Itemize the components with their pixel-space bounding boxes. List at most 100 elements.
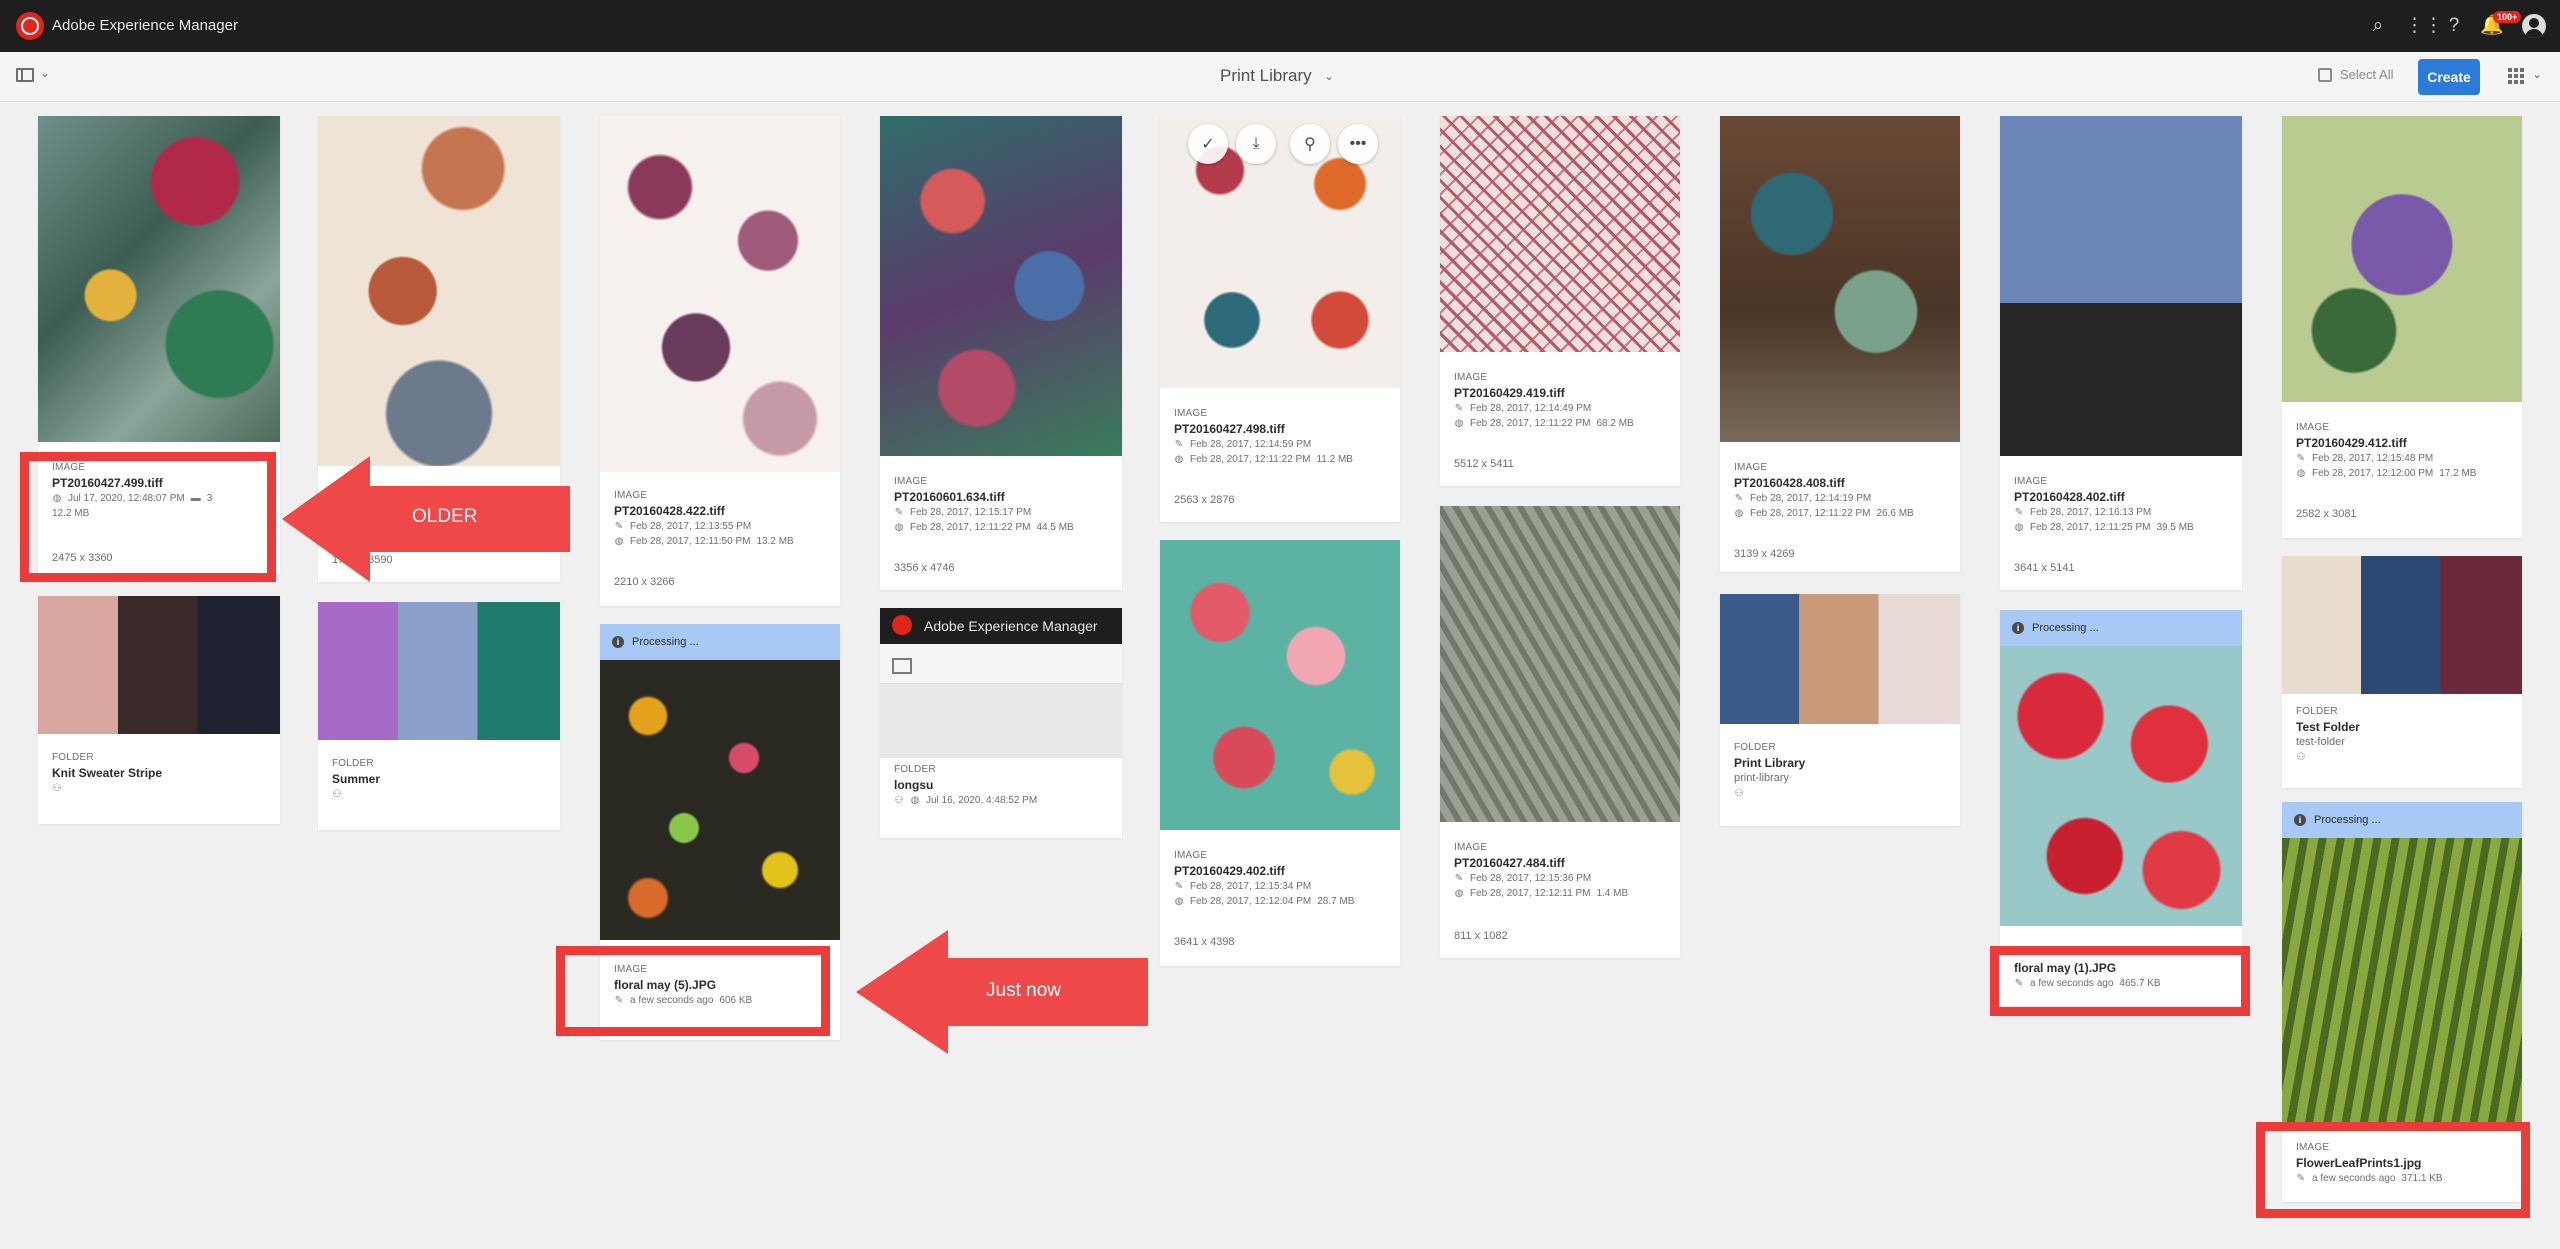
globe-icon: ◍ — [910, 795, 920, 806]
folder-title[interactable]: longsu — [894, 777, 1037, 793]
folder-title[interactable]: Knit Sweater Stripe — [52, 765, 162, 781]
annotation-older-label: OLDER — [412, 506, 478, 527]
highlight-box — [2256, 1122, 2530, 1218]
asset-modified: Feb 28, 2017, 12:14:59 PM — [1190, 439, 1312, 450]
select-check-icon[interactable]: ✓ — [1188, 124, 1228, 164]
asset-modified: Feb 28, 2017, 12:14:19 PM — [1750, 493, 1872, 504]
asset-thumbnail[interactable] — [1160, 540, 1400, 830]
asset-size: 44.5 MB — [1036, 522, 1074, 533]
asset-card[interactable]: IMAGE PT20160429.402.tiff ✎ Feb 28, 2017,… — [1160, 540, 1400, 966]
select-all-button[interactable]: Select All — [2318, 67, 2393, 82]
asset-card[interactable]: IMAGE PT20160429.412.tiff ✎ Feb 28, 2017,… — [2282, 116, 2522, 538]
aem-logo-icon[interactable] — [16, 12, 44, 40]
asset-published: Feb 28, 2017, 12:11:22 PM — [1750, 508, 1871, 519]
asset-thumbnail[interactable] — [2000, 116, 2242, 456]
page-title[interactable]: Print Library — [1220, 66, 1312, 86]
asset-thumbnail[interactable] — [1440, 116, 1680, 352]
asset-thumbnail[interactable] — [600, 116, 840, 472]
asset-thumbnail[interactable] — [2282, 838, 2522, 1122]
checkbox-icon — [2318, 67, 2332, 82]
asset-title[interactable]: PT20160428.408.tiff — [1734, 475, 1914, 491]
asset-type: IMAGE — [614, 490, 648, 501]
asset-thumbnail[interactable] — [600, 660, 840, 940]
asset-thumbnail[interactable] — [318, 116, 560, 466]
asset-size: 28.7 MB — [1317, 896, 1355, 907]
action-bar: ⌄ Print Library ⌄ Select All Create ⌄ — [0, 52, 2560, 102]
folder-shared-icon: ⚇ — [894, 795, 904, 806]
asset-title[interactable]: PT20160428.422.tiff — [614, 503, 794, 519]
globe-icon: ◍ — [614, 536, 624, 547]
folder-card[interactable]: Adobe Experience Manager FOLDER longsu ⚇… — [880, 608, 1122, 838]
highlight-box-older — [20, 452, 276, 582]
asset-card[interactable]: IMAGE PT20160429.419.tiff ✎ Feb 28, 2017,… — [1440, 116, 1680, 486]
asset-size: 68.2 MB — [1596, 418, 1634, 429]
help-icon[interactable]: ? — [2442, 14, 2466, 38]
download-icon[interactable]: ⤓ — [1236, 124, 1276, 164]
folder-card[interactable]: FOLDER Knit Sweater Stripe ⚇ — [38, 596, 280, 824]
highlight-box — [1990, 946, 2250, 1016]
create-button[interactable]: Create — [2418, 59, 2480, 95]
asset-published: Feb 28, 2017, 12:12:00 PM — [2312, 468, 2434, 479]
asset-dimensions: 811 x 1082 — [1454, 930, 1508, 942]
asset-thumbnail[interactable] — [38, 116, 280, 442]
asset-card[interactable]: IMAGE PT20160428.422.tiff ✎ Feb 28, 2017,… — [600, 116, 840, 606]
app-title[interactable]: Adobe Experience Manager — [52, 17, 238, 34]
more-actions-icon[interactable]: ••• — [1338, 124, 1378, 164]
asset-title[interactable]: PT20160428.402.tiff — [2014, 489, 2194, 505]
asset-card[interactable]: IMAGE PT20160428.402.tiff ✎ Feb 28, 2017,… — [2000, 116, 2242, 590]
highlight-box-just-now — [556, 946, 830, 1036]
asset-published: Feb 28, 2017, 12:11:25 PM — [2030, 522, 2151, 533]
asset-card-hovered[interactable]: ✓ ⤓ ⚲ ••• IMAGE PT20160427.498.tiff ✎ Feb… — [1160, 116, 1400, 522]
folder-card[interactable]: FOLDER Summer ⚇ — [318, 602, 560, 830]
asset-title[interactable]: PT20160429.412.tiff — [2296, 435, 2476, 451]
folder-thumbnail[interactable]: Adobe Experience Manager — [880, 608, 1122, 758]
processing-label: Processing ... — [2032, 622, 2099, 634]
asset-type: FOLDER — [2296, 706, 2338, 717]
folder-title[interactable]: Print Library — [1734, 755, 1805, 771]
asset-title[interactable]: PT20160601.634.tiff — [894, 489, 1074, 505]
asset-thumbnail[interactable] — [1720, 116, 1960, 442]
asset-thumbnail[interactable] — [880, 116, 1122, 456]
solutions-grid-icon[interactable]: ⋮⋮ — [2405, 14, 2443, 38]
asset-thumbnail[interactable] — [2000, 646, 2242, 926]
search-icon[interactable]: ⌕ — [2366, 14, 2390, 38]
select-all-label: Select All — [2340, 67, 2394, 82]
asset-title[interactable]: PT20160429.402.tiff — [1174, 863, 1354, 879]
asset-thumbnail[interactable] — [2282, 116, 2522, 402]
asset-published: Feb 28, 2017, 12:11:22 PM — [1190, 454, 1311, 465]
folder-title[interactable]: Test Folder — [2296, 719, 2360, 735]
asset-dimensions: 5512 x 5411 — [1454, 458, 1514, 470]
view-switcher-icon[interactable] — [2508, 68, 2524, 84]
asset-card[interactable]: IMAGE PT20160428.408.tiff ✎ Feb 28, 2017,… — [1720, 116, 1960, 572]
folder-thumbnail[interactable] — [318, 602, 560, 740]
globe-icon: ◍ — [1174, 896, 1184, 907]
folder-card[interactable]: FOLDER Print Library print-library ⚇ — [1720, 594, 1960, 826]
asset-card[interactable]: IMAGE PT20160601.634.tiff ✎ Feb 28, 2017,… — [880, 116, 1122, 590]
asset-type: FOLDER — [52, 752, 94, 763]
folder-thumbnail[interactable] — [38, 596, 280, 734]
folder-title[interactable]: Summer — [332, 771, 380, 787]
globe-icon: ◍ — [1734, 508, 1744, 519]
find-similar-icon[interactable]: ⚲ — [1290, 124, 1330, 164]
asset-thumbnail[interactable] — [1440, 506, 1680, 822]
asset-type: FOLDER — [894, 764, 936, 775]
annotation-just-now-label: Just now — [986, 980, 1061, 1001]
chevron-down-icon[interactable]: ⌄ — [2532, 67, 2542, 81]
asset-published: Feb 28, 2017, 12:12:11 PM — [1470, 888, 1591, 899]
rail-toggle-icon[interactable] — [16, 68, 34, 82]
asset-card[interactable]: IMAGE PT20160427.484.tiff ✎ Feb 28, 2017,… — [1440, 506, 1680, 958]
asset-modified: Feb 28, 2017, 12:15:48 PM — [2312, 453, 2434, 464]
folder-thumbnail[interactable] — [1720, 594, 1960, 724]
asset-type: IMAGE — [2014, 476, 2048, 487]
user-avatar[interactable] — [2522, 14, 2546, 38]
asset-dimensions: 3139 x 4269 — [1734, 548, 1795, 560]
global-header: Adobe Experience Manager ⌕ ⋮⋮ ? 🔔 100+ — [0, 0, 2560, 52]
chevron-down-icon[interactable]: ⌄ — [1324, 69, 1334, 83]
folder-thumbnail[interactable] — [2282, 556, 2522, 694]
asset-title[interactable]: PT20160427.484.tiff — [1454, 855, 1628, 871]
asset-title[interactable]: PT20160427.498.tiff — [1174, 421, 1353, 437]
chevron-down-icon[interactable]: ⌄ — [40, 66, 50, 80]
asset-published: Feb 28, 2017, 12:11:22 PM — [1470, 418, 1591, 429]
folder-card[interactable]: FOLDER Test Folder test-folder ⚇ — [2282, 556, 2522, 788]
asset-title[interactable]: PT20160429.419.tiff — [1454, 385, 1634, 401]
